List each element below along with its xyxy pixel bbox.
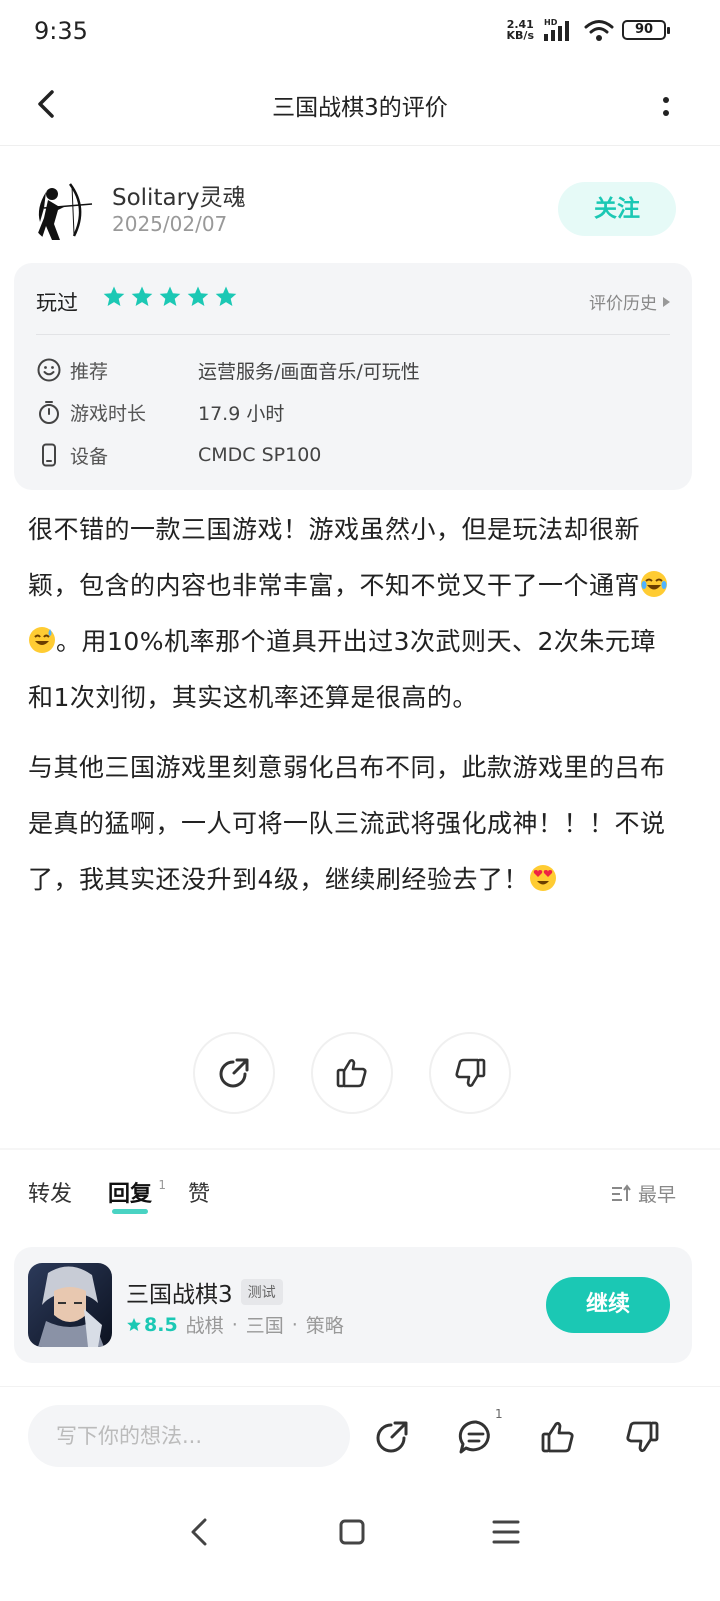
comment-count: 1 (495, 1407, 503, 1421)
game-meta: 8.5 战棋 · 三国 · 策略 (126, 1311, 344, 1338)
info-label: 游戏时长 (70, 402, 147, 425)
play-status: 玩过 (36, 291, 78, 315)
info-label: 设备 (70, 445, 109, 468)
game-tag: 三国 (245, 1315, 284, 1337)
archer-avatar-icon (30, 178, 96, 244)
game-name[interactable]: 三国战棋3 (126, 1275, 233, 1309)
nav-back-icon[interactable] (180, 1512, 220, 1552)
grinning-sweat-icon (28, 618, 56, 653)
avatar[interactable] (30, 178, 96, 244)
thumbs-down-icon (455, 1058, 486, 1087)
tag-separator: · (231, 1313, 238, 1336)
review-body: 很不错的一款三国游戏！游戏虽然小，但是玩法却很新颖，包含的内容也非常丰富，不知不… (28, 502, 678, 908)
nav-home-icon[interactable] (332, 1512, 372, 1552)
game-tag: 战棋 (185, 1315, 224, 1337)
star-icon (127, 1317, 141, 1331)
reply-tabs: 转发 回复 1 赞 (28, 1176, 246, 1216)
face-with-tears-of-joy-icon (640, 562, 668, 597)
star-rating (102, 285, 238, 309)
game-icon[interactable] (28, 1263, 112, 1347)
game-tag: 策略 (305, 1315, 344, 1337)
star-icon (187, 286, 209, 306)
sort-label: 最早 (637, 1184, 676, 1206)
game-title-row: 三国战棋3 测试 (126, 1275, 283, 1309)
more-dot-icon (663, 96, 669, 103)
reply-count: 1 (158, 1178, 167, 1192)
divider (36, 334, 670, 335)
play-arrow-icon (663, 296, 670, 307)
game-score: 8.5 (126, 1314, 178, 1336)
tab-reply[interactable]: 回复 1 (108, 1176, 166, 1214)
comment-bar: 1 (0, 1386, 720, 1486)
info-value: 运营服务/画面音乐/可玩性 (198, 360, 420, 383)
review-history-link[interactable]: 评价历史 (589, 289, 670, 314)
nav-menu-icon[interactable] (486, 1512, 526, 1552)
thumbs-down-icon[interactable] (622, 1417, 662, 1457)
sort-button[interactable]: 最早 (610, 1180, 676, 1207)
info-label: 推荐 (70, 360, 109, 383)
page-title: 三国战棋3的评价 (272, 95, 448, 121)
signal-icon: HD (544, 18, 569, 41)
game-cover-icon (28, 1263, 112, 1347)
comment-icon[interactable] (456, 1417, 496, 1457)
smile-icon (37, 358, 61, 382)
more-dot-icon (663, 109, 669, 116)
status-icons: 2.41 KB/s HD 90 (506, 18, 670, 42)
review-paragraph: 很不错的一款三国游戏！游戏虽然小，但是玩法却很新颖，包含的内容也非常丰富，不知不… (28, 502, 678, 726)
info-row-recommend: 推荐 运营服务/画面音乐/可玩性 (36, 355, 420, 385)
follow-button[interactable]: 关注 (558, 182, 676, 236)
tab-likes[interactable]: 赞 (188, 1176, 210, 1208)
svg-text:HD: HD (544, 18, 558, 27)
author-name[interactable]: Solitary灵魂 (112, 178, 246, 212)
star-icon (131, 286, 153, 306)
wifi-icon (584, 20, 614, 41)
test-badge: 测试 (240, 1279, 283, 1305)
phone-icon (42, 443, 56, 467)
dislike-button[interactable] (429, 1032, 511, 1114)
star-icon (159, 286, 181, 306)
info-value: CMDC SP100 (198, 444, 322, 466)
stopwatch-icon (39, 401, 59, 424)
comment-input[interactable] (28, 1405, 350, 1467)
review-author: Solitary灵魂 2025/02/07 关注 (0, 170, 720, 250)
info-row-device: 设备 CMDC SP100 (36, 440, 321, 470)
sort-icon (611, 1183, 631, 1201)
heart-eyes-icon (529, 856, 557, 891)
star-icon (215, 286, 237, 306)
more-options-button[interactable] (656, 88, 676, 124)
share-button[interactable] (193, 1032, 275, 1114)
like-button[interactable] (311, 1032, 393, 1114)
tag-separator: · (291, 1313, 298, 1336)
status-bar: 9:35 2.41 KB/s HD 90 (0, 0, 720, 66)
review-paragraph: 与其他三国游戏里刻意弱化吕布不同，此款游戏里的吕布是真的猛啊，一人可将一队三流武… (28, 753, 666, 894)
review-actions (193, 1032, 511, 1114)
game-card[interactable]: 三国战棋3 测试 8.5 战棋 · 三国 · 策略 继续 (14, 1247, 692, 1363)
review-history-label: 评价历史 (589, 294, 657, 314)
section-divider (0, 1148, 720, 1150)
continue-button[interactable]: 继续 (546, 1277, 670, 1333)
system-nav-bar (0, 1496, 720, 1601)
tab-forward[interactable]: 转发 (28, 1176, 72, 1208)
status-time: 9:35 (34, 17, 88, 45)
network-speed: 2.41 KB/s (506, 18, 534, 42)
info-row-playtime: 游戏时长 17.9 小时 (36, 397, 284, 427)
thumbs-up-icon (336, 1059, 367, 1088)
share-icon[interactable] (372, 1417, 412, 1457)
top-app-bar: 三国战棋3的评价 (0, 66, 720, 146)
star-icon (103, 286, 125, 306)
share-icon (219, 1058, 249, 1088)
info-value: 17.9 小时 (198, 402, 285, 425)
review-summary-card: 玩过 评价历史 推荐 运营服务/画面音乐/可玩性 游戏时长 17.9 小时 设备… (14, 263, 692, 490)
thumbs-up-icon[interactable] (538, 1417, 578, 1457)
review-date: 2025/02/07 (112, 212, 228, 236)
battery-indicator: 90 (622, 20, 670, 40)
